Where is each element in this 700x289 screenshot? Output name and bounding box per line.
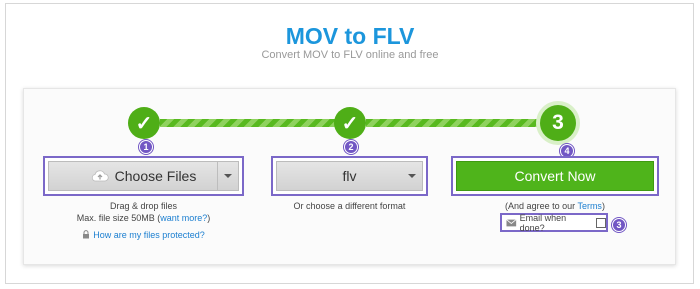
step-1-complete: ✓ xyxy=(128,107,160,139)
step-3-current: 3 xyxy=(540,105,576,141)
terms-line: (And agree to our Terms) xyxy=(451,201,659,211)
envelope-icon xyxy=(506,218,517,226)
choose-files-button[interactable]: Choose Files xyxy=(48,161,239,191)
format-select[interactable]: flv xyxy=(276,161,423,191)
max-size-line: Max. file size 50MB (want more?) xyxy=(43,213,244,223)
email-label: Email when done? xyxy=(519,212,567,233)
choose-files-label: Choose Files xyxy=(114,168,197,184)
max-size-close: ) xyxy=(207,213,211,223)
max-size-text: Max. file size 50MB ( xyxy=(76,213,161,223)
progress-track-1 xyxy=(160,119,336,127)
format-selected-value: flv xyxy=(342,168,357,184)
chevron-down-icon xyxy=(407,174,416,178)
check-icon: ✓ xyxy=(135,112,153,135)
cloud-upload-icon xyxy=(91,170,109,182)
format-select-highlight: flv xyxy=(271,156,428,196)
check-icon: ✓ xyxy=(341,112,359,135)
convert-now-button[interactable]: Convert Now xyxy=(456,161,654,191)
choose-files-highlight: Choose Files xyxy=(43,156,244,196)
protect-line: How are my files protected? xyxy=(43,230,244,240)
terms-link[interactable]: Terms xyxy=(577,201,602,211)
drag-drop-text: Drag & drop files xyxy=(109,201,178,211)
convert-highlight: Convert Now xyxy=(451,156,659,196)
format-dropdown-toggle[interactable] xyxy=(401,162,422,190)
lock-icon xyxy=(83,230,90,239)
terms-prefix: (And agree to our xyxy=(505,201,578,211)
terms-suffix: ) xyxy=(601,201,605,211)
step-3-number: 3 xyxy=(552,111,564,134)
step-2-complete: ✓ xyxy=(334,107,366,139)
files-protected-link[interactable]: How are my files protected? xyxy=(93,230,205,240)
chevron-down-icon xyxy=(224,174,232,178)
convert-now-label: Convert Now xyxy=(514,168,596,184)
email-notify-option[interactable]: Email when done? xyxy=(500,212,608,233)
want-more-link[interactable]: want more? xyxy=(160,213,207,223)
choose-files-dropdown[interactable] xyxy=(217,162,238,190)
email-checkbox[interactable] xyxy=(596,217,606,228)
page-title: MOV to FLV xyxy=(285,23,415,49)
marker-3: 3 xyxy=(612,218,626,232)
page-subtitle: Convert MOV to FLV online and free xyxy=(261,49,439,61)
progress-track-2 xyxy=(366,119,538,127)
marker-1: 1 xyxy=(139,140,153,154)
marker-2: 2 xyxy=(344,140,358,154)
format-hint: Or choose a different format xyxy=(293,201,406,211)
